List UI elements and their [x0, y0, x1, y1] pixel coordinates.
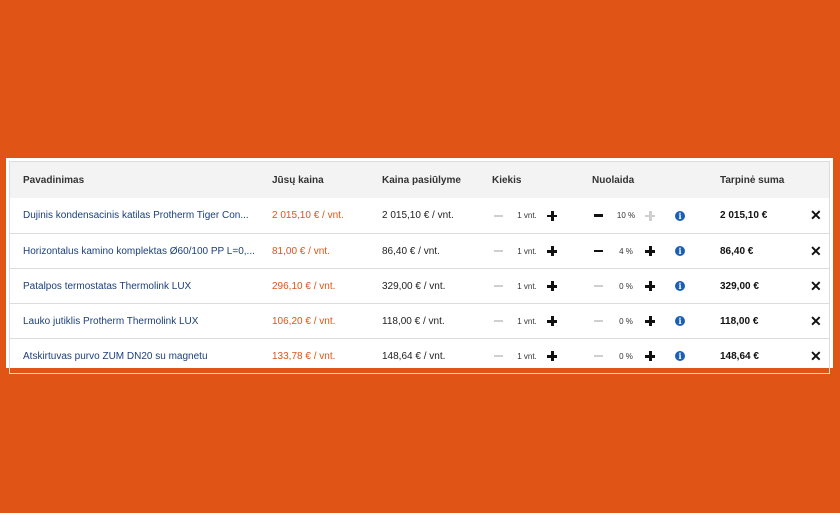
discount-plus-icon[interactable] [645, 246, 655, 256]
quantity-value[interactable]: 1 vnt. [509, 352, 545, 361]
header-offer-price: Kaina pasiūlyme [382, 174, 461, 186]
info-icon[interactable]: i [675, 281, 685, 291]
quote-items-panel: Pavadinimas Jūsų kaina Kaina pasiūlyme K… [6, 158, 833, 374]
quantity-minus-icon[interactable] [494, 355, 503, 357]
quote-items-table: Pavadinimas Jūsų kaina Kaina pasiūlyme K… [9, 161, 830, 374]
remove-item-button[interactable]: ✕ [810, 339, 822, 373]
item-name-cell: Lauko jutiklis Protherm Thermolink LUX [23, 304, 261, 338]
header-quantity: Kiekis [492, 174, 522, 186]
offer-price: 86,40 € / vnt. [382, 245, 440, 257]
quantity-plus-icon[interactable] [547, 210, 557, 221]
quantity-minus-icon[interactable] [494, 250, 503, 252]
offer-price: 2 015,10 € / vnt. [382, 210, 454, 221]
discount-stepper: 0 % i [592, 304, 685, 338]
quantity-value[interactable]: 1 vnt. [509, 247, 545, 256]
discount-minus-icon[interactable] [594, 320, 603, 322]
your-price: 296,10 € / vnt. [272, 280, 336, 292]
discount-minus-icon[interactable] [594, 355, 603, 357]
offer-price: 329,00 € / vnt. [382, 280, 446, 292]
item-name-cell: Dujinis kondensacinis katilas Protherm T… [23, 198, 261, 233]
info-icon[interactable]: i [675, 246, 685, 256]
your-price: 106,20 € / vnt. [272, 315, 336, 327]
quantity-value[interactable]: 1 vnt. [509, 317, 545, 326]
quantity-plus-icon[interactable] [547, 246, 557, 256]
item-name-cell: Atskirtuvas purvo ZUM DN20 su magnetu [23, 339, 261, 373]
your-price: 133,78 € / vnt. [272, 350, 336, 362]
table-row: Atskirtuvas purvo ZUM DN20 su magnetu 133… [10, 338, 829, 373]
subtotal: 118,00 € [720, 315, 759, 327]
subtotal: 86,40 € [720, 245, 754, 257]
info-icon[interactable]: i [675, 210, 685, 221]
discount-value[interactable]: 0 % [609, 282, 643, 291]
quantity-stepper: 1 vnt. [492, 198, 557, 233]
quantity-minus-icon[interactable] [494, 285, 503, 287]
quantity-plus-icon[interactable] [547, 316, 557, 326]
quantity-minus-icon[interactable] [494, 320, 503, 322]
discount-stepper: 4 % i [592, 234, 685, 268]
item-name-link[interactable]: Patalpos termostatas Thermolink LUX [23, 281, 191, 292]
table-row: Dujinis kondensacinis katilas Protherm T… [10, 198, 829, 233]
table-row: Horizontalus kamino komplektas Ø60/100 P… [10, 233, 829, 268]
discount-value[interactable]: 0 % [609, 317, 643, 326]
close-icon[interactable]: ✕ [810, 207, 822, 224]
close-icon[interactable]: ✕ [810, 348, 822, 365]
item-name-link[interactable]: Atskirtuvas purvo ZUM DN20 su magnetu [23, 351, 208, 362]
discount-plus-icon[interactable] [645, 210, 655, 221]
header-your-price: Jūsų kaina [272, 174, 324, 186]
item-name-link[interactable]: Horizontalus kamino komplektas Ø60/100 P… [23, 246, 255, 257]
offer-price: 148,64 € / vnt. [382, 350, 446, 362]
quantity-minus-icon[interactable] [494, 214, 503, 217]
discount-stepper: 10 % i [592, 198, 685, 233]
discount-value[interactable]: 0 % [609, 352, 643, 361]
subtotal: 329,00 € [720, 280, 759, 292]
close-icon[interactable]: ✕ [810, 243, 822, 260]
table-row: Patalpos termostatas Thermolink LUX 296,1… [10, 268, 829, 303]
remove-item-button[interactable]: ✕ [810, 198, 822, 233]
remove-item-button[interactable]: ✕ [810, 269, 822, 303]
discount-plus-icon[interactable] [645, 281, 655, 291]
quantity-stepper: 1 vnt. [492, 339, 557, 373]
discount-plus-icon[interactable] [645, 316, 655, 326]
quantity-plus-icon[interactable] [547, 281, 557, 291]
close-icon[interactable]: ✕ [810, 313, 822, 330]
header-subtotal: Tarpinė suma [720, 174, 785, 186]
info-icon[interactable]: i [675, 316, 685, 326]
table-header: Pavadinimas Jūsų kaina Kaina pasiūlyme K… [10, 162, 829, 198]
item-name-link[interactable]: Lauko jutiklis Protherm Thermolink LUX [23, 316, 198, 327]
item-name-cell: Patalpos termostatas Thermolink LUX [23, 269, 261, 303]
subtotal: 2 015,10 € [720, 210, 768, 221]
table-row: Lauko jutiklis Protherm Thermolink LUX 10… [10, 303, 829, 338]
quantity-value[interactable]: 1 vnt. [509, 211, 545, 220]
quantity-plus-icon[interactable] [547, 351, 557, 361]
quantity-stepper: 1 vnt. [492, 304, 557, 338]
info-icon[interactable]: i [675, 351, 685, 361]
discount-minus-icon[interactable] [594, 285, 603, 287]
discount-minus-icon[interactable] [594, 249, 603, 253]
discount-value[interactable]: 10 % [609, 211, 643, 220]
close-icon[interactable]: ✕ [810, 278, 822, 295]
header-discount: Nuolaida [592, 174, 635, 186]
discount-value[interactable]: 4 % [609, 247, 643, 256]
header-name: Pavadinimas [23, 174, 85, 186]
quantity-value[interactable]: 1 vnt. [509, 282, 545, 291]
discount-stepper: 0 % i [592, 269, 685, 303]
quantity-stepper: 1 vnt. [492, 234, 557, 268]
item-name-cell: Horizontalus kamino komplektas Ø60/100 P… [23, 234, 261, 268]
remove-item-button[interactable]: ✕ [810, 304, 822, 338]
subtotal: 148,64 € [720, 350, 759, 362]
table-body: Dujinis kondensacinis katilas Protherm T… [10, 198, 829, 373]
discount-stepper: 0 % i [592, 339, 685, 373]
offer-price: 118,00 € / vnt. [382, 315, 445, 327]
remove-item-button[interactable]: ✕ [810, 234, 822, 268]
your-price: 81,00 € / vnt. [272, 245, 330, 257]
discount-minus-icon[interactable] [594, 214, 603, 217]
item-name-link[interactable]: Dujinis kondensacinis katilas Protherm T… [23, 210, 249, 221]
your-price: 2 015,10 € / vnt. [272, 210, 344, 221]
discount-plus-icon[interactable] [645, 351, 655, 361]
quantity-stepper: 1 vnt. [492, 269, 557, 303]
